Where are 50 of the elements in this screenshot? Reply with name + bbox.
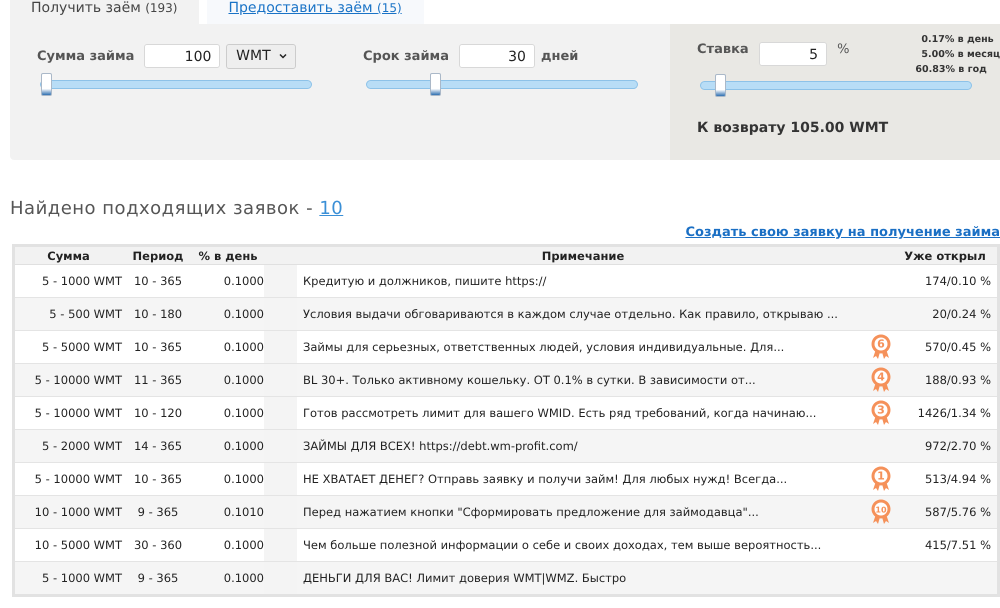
table-cell: 9 - 365 bbox=[124, 562, 192, 596]
table-cell: 5 - 1000 WMT bbox=[14, 562, 124, 596]
field-label: Срок займа bbox=[363, 48, 449, 64]
table-cell: 20/0.24 % bbox=[899, 298, 998, 330]
column-header: Сумма bbox=[14, 246, 124, 264]
column-header: Примечание bbox=[297, 246, 863, 264]
table-cell: BL 30+. Только активному кошельку. ОТ 0.1% в сутки. В зависимости от... bbox=[297, 364, 863, 396]
table-cell: Перед нажатием кнопки "Сформировать предложение для займодавца"... bbox=[297, 496, 863, 528]
table-cell: 0.1000 bbox=[192, 364, 264, 396]
currency-dropdown[interactable]: WMT bbox=[226, 44, 296, 68]
table-cell: Условия выдачи обговариваются в каждом случае отдельно. Как правило, открываю ... bbox=[297, 298, 863, 330]
create-request-link[interactable]: Создать свою заявку на получение займа bbox=[685, 225, 1000, 240]
table-cell: 10 - 180 bbox=[124, 298, 192, 330]
field-label: Сумма займа bbox=[37, 48, 134, 64]
rate-text: 60.83% в год bbox=[915, 63, 988, 77]
table-cell: 11 - 365 bbox=[124, 364, 192, 396]
slider[interactable] bbox=[366, 73, 638, 96]
table-cell: 587/5.76 % bbox=[899, 496, 998, 528]
slider[interactable] bbox=[700, 74, 972, 97]
table-cell: 14 - 365 bbox=[124, 430, 192, 462]
table-cell: 0.1000 bbox=[192, 430, 264, 462]
table-cell: 5 - 2000 WMT bbox=[14, 430, 124, 462]
table-cell: ДЕНЬГИ ДЛЯ ВАС! Лимит доверия WMT|WMZ. Быстро bbox=[297, 562, 863, 596]
rate-text: 0.17% в день bbox=[921, 33, 995, 47]
input-field[interactable]: 100 bbox=[144, 44, 220, 68]
table-cell: 9 - 365 bbox=[124, 496, 192, 528]
table-cell: 0.1010 bbox=[192, 496, 264, 528]
table-cell: 0.1000 bbox=[192, 298, 264, 330]
results-heading: Найдено подходящих заявок - bbox=[10, 198, 314, 219]
table-cell: 5 - 10000 WMT bbox=[14, 364, 124, 396]
tab[interactable]: Предоставить заём (15) bbox=[207, 0, 424, 24]
table-cell: 972/2.70 % bbox=[899, 430, 998, 462]
table-cell: 0.1000 bbox=[192, 562, 264, 596]
table-cell: ЗАЙМЫ ДЛЯ ВСЕХ! https://debt.wm-profit.com/ bbox=[297, 430, 863, 462]
column-header: % в день bbox=[192, 246, 264, 264]
tab[interactable]: Получить заём (193) bbox=[10, 0, 200, 24]
return-amount: К возврату 105.00 WMT bbox=[697, 120, 890, 136]
input-field[interactable]: 5 bbox=[758, 42, 828, 66]
table-cell: 10 - 1000 WMT bbox=[14, 496, 124, 528]
column-header: Период bbox=[124, 246, 192, 264]
column-header: Уже открыл bbox=[899, 246, 998, 264]
unit-label: дней bbox=[540, 48, 578, 64]
unit-label: % bbox=[837, 42, 850, 57]
rate-text: 5.00% в месяц bbox=[921, 48, 1000, 62]
caret-icon bbox=[278, 53, 287, 59]
table-cell: 188/0.93 % bbox=[899, 364, 998, 396]
slider[interactable] bbox=[40, 73, 312, 96]
input-field[interactable]: 30 bbox=[458, 44, 535, 68]
table-cell: 5 - 500 WMT bbox=[14, 298, 124, 330]
field-label: Ставка bbox=[697, 42, 749, 57]
